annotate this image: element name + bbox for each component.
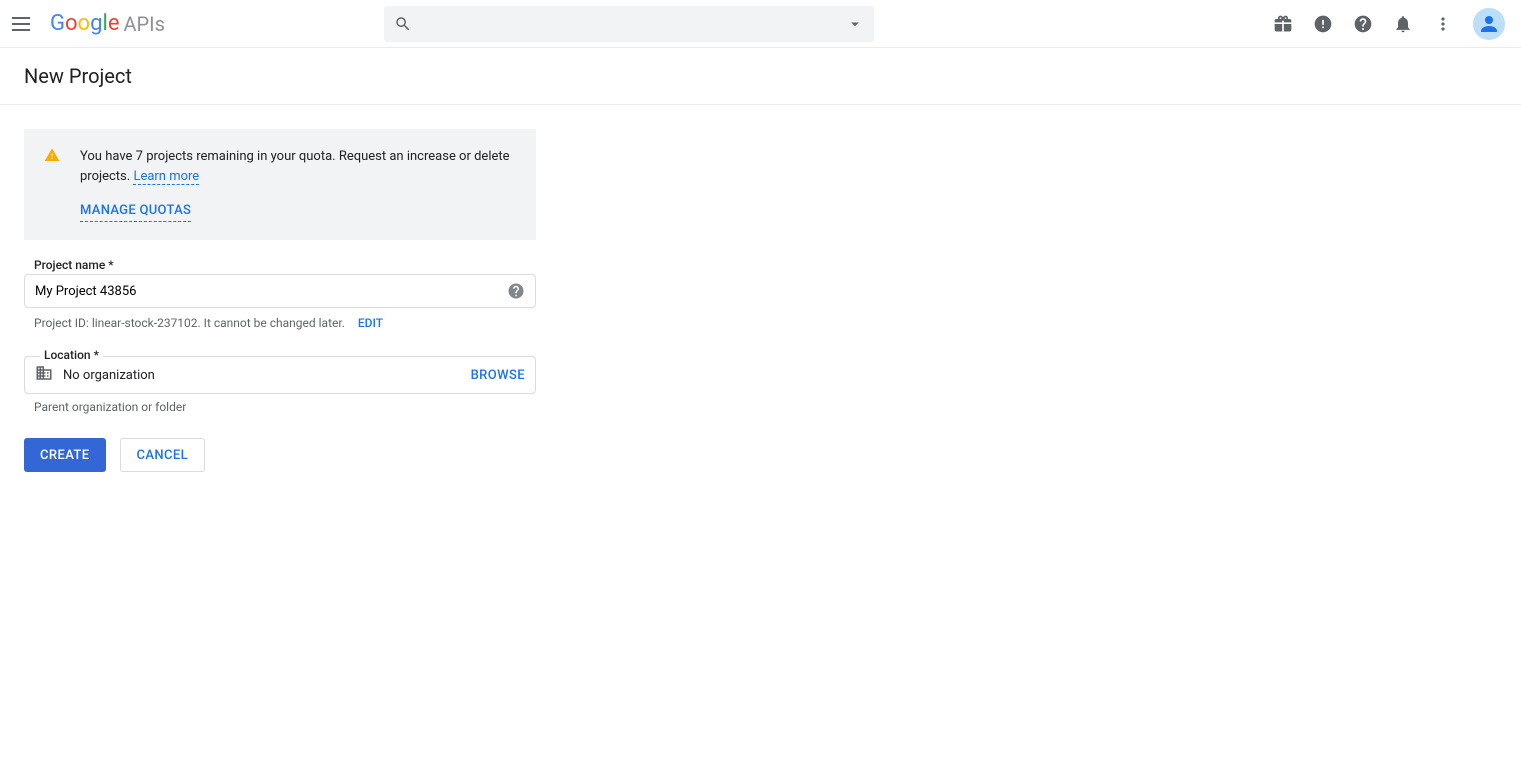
search-input[interactable] bbox=[422, 16, 836, 32]
alert-icon[interactable] bbox=[1313, 14, 1333, 34]
google-apis-logo[interactable]: Google APIs bbox=[50, 11, 165, 36]
edit-project-id-button[interactable]: EDIT bbox=[358, 316, 383, 330]
product-name: APIs bbox=[123, 12, 164, 36]
quota-notice: You have 7 projects remaining in your qu… bbox=[24, 129, 536, 240]
header-bar: Google APIs bbox=[0, 0, 1521, 48]
help-icon[interactable] bbox=[1353, 14, 1373, 34]
field-help-icon[interactable] bbox=[507, 282, 525, 300]
action-row: CREATE CANCEL bbox=[24, 438, 536, 472]
notifications-icon[interactable] bbox=[1393, 14, 1413, 34]
location-label: Location * bbox=[40, 348, 103, 362]
project-id-hint: Project ID: linear-stock-237102. It cann… bbox=[24, 308, 536, 330]
header-actions bbox=[1273, 8, 1509, 40]
project-name-field-wrap bbox=[24, 274, 536, 308]
cancel-button[interactable]: CANCEL bbox=[120, 438, 206, 472]
manage-quotas-link[interactable]: MANAGE QUOTAS bbox=[80, 201, 191, 222]
create-button[interactable]: CREATE bbox=[24, 438, 106, 472]
content: You have 7 projects remaining in your qu… bbox=[0, 105, 560, 496]
more-icon[interactable] bbox=[1433, 14, 1453, 34]
learn-more-link[interactable]: Learn more bbox=[133, 169, 199, 185]
browse-button[interactable]: BROWSE bbox=[471, 368, 525, 383]
location-value: No organization bbox=[63, 368, 461, 383]
project-name-label: Project name * bbox=[24, 258, 536, 272]
menu-icon[interactable] bbox=[12, 12, 36, 36]
dropdown-icon[interactable] bbox=[846, 15, 864, 33]
search-container bbox=[384, 6, 874, 42]
search-icon[interactable] bbox=[394, 15, 412, 33]
organization-icon bbox=[35, 364, 53, 386]
avatar[interactable] bbox=[1473, 8, 1505, 40]
page-title: New Project bbox=[0, 48, 1521, 105]
warning-icon bbox=[44, 147, 60, 170]
gift-icon[interactable] bbox=[1273, 14, 1293, 34]
location-hint: Parent organization or folder bbox=[24, 394, 536, 414]
project-name-input[interactable] bbox=[35, 284, 499, 299]
location-field-wrap: Location * No organization BROWSE Parent… bbox=[24, 356, 536, 414]
